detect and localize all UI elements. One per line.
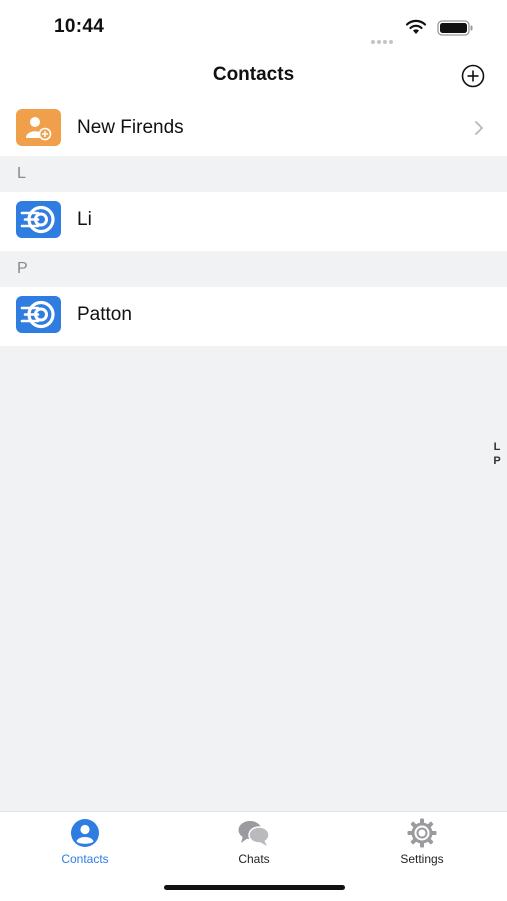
add-contact-button[interactable] <box>460 63 486 89</box>
tab-label: Contacts <box>61 852 109 866</box>
section-header-l: L <box>0 156 507 192</box>
contact-name: Patton <box>77 304 132 325</box>
chat-bubbles-icon <box>238 821 270 846</box>
section-letter: P <box>17 260 28 277</box>
tab-contacts[interactable]: Contacts <box>25 818 145 866</box>
index-letter-l[interactable]: L <box>490 440 504 454</box>
chevron-right-icon <box>475 121 483 135</box>
cellular-signal-icon <box>371 31 395 49</box>
status-time: 10:44 <box>54 16 105 37</box>
new-friends-label: New Firends <box>77 117 184 138</box>
avatar <box>16 201 61 238</box>
add-friend-icon <box>16 109 61 146</box>
battery-icon <box>437 20 473 36</box>
alphabet-index[interactable]: L P <box>490 440 504 468</box>
avatar <box>16 296 61 333</box>
new-friends-row[interactable]: New Firends <box>0 100 507 156</box>
contact-avatar-icon <box>16 201 61 238</box>
tab-label: Chats <box>238 852 270 866</box>
page-title: Contacts <box>212 64 295 85</box>
tab-settings[interactable]: Settings <box>362 818 482 866</box>
contact-row-li[interactable]: Li <box>0 192 507 251</box>
contact-row-patton[interactable]: Patton <box>0 287 507 346</box>
home-indicator <box>164 885 345 890</box>
nav-bar: Contacts <box>0 56 507 100</box>
gear-icon <box>407 818 437 848</box>
contact-name: Li <box>77 209 92 230</box>
index-letter-p[interactable]: P <box>490 454 504 468</box>
wifi-icon <box>405 19 427 34</box>
new-friends-avatar <box>16 109 61 146</box>
person-icon <box>71 819 99 847</box>
contact-avatar-icon <box>16 296 61 333</box>
status-bar: 10:44 <box>0 0 507 56</box>
section-header-p: P <box>0 251 507 287</box>
contact-list: New Firends L Li P Patton <box>0 100 507 346</box>
tab-label: Settings <box>400 852 444 866</box>
tab-chats[interactable]: Chats <box>194 818 314 866</box>
section-letter: L <box>17 165 26 182</box>
